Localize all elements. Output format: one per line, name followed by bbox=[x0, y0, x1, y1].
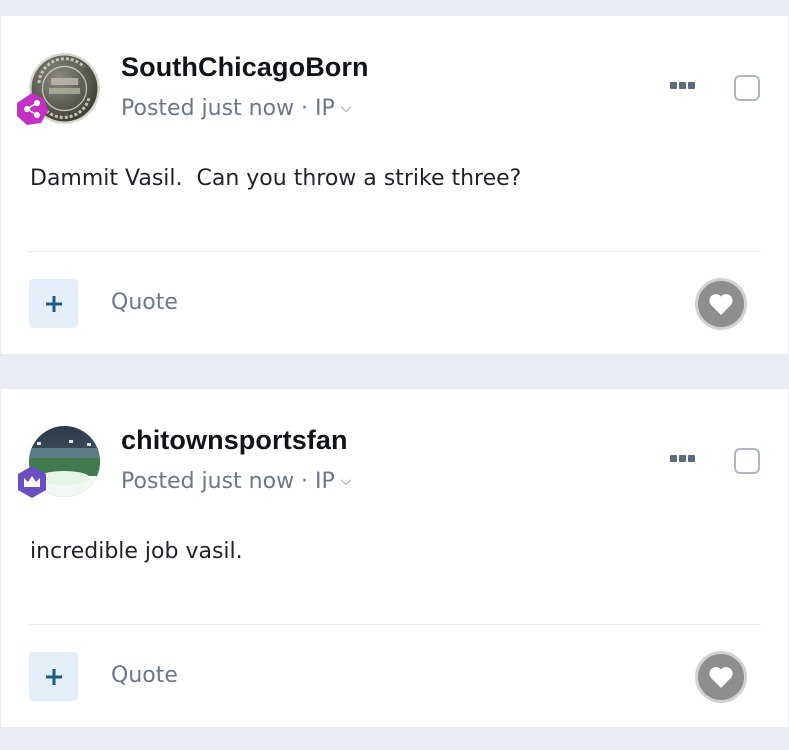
heart-icon bbox=[709, 294, 733, 315]
share-badge-icon bbox=[15, 92, 49, 126]
like-heart-button[interactable] bbox=[695, 278, 747, 330]
multiquote-plus-button[interactable] bbox=[29, 279, 78, 328]
like-heart-button[interactable] bbox=[695, 651, 747, 703]
post-card: chitownsportsfan Posted just now · IP ⌵ i… bbox=[1, 389, 788, 727]
post-meta[interactable]: Posted just now · IP ⌵ bbox=[121, 469, 351, 494]
chevron-down-icon: ⌵ bbox=[340, 100, 352, 116]
select-post-checkbox[interactable] bbox=[734, 75, 760, 101]
post-meta[interactable]: Posted just now · IP ⌵ bbox=[121, 96, 351, 121]
post-card: SouthChicagoBorn Posted just now · IP ⌵ D… bbox=[1, 16, 788, 354]
post-meta-text: Posted just now · IP bbox=[121, 96, 335, 121]
post-content: incredible job vasil. bbox=[30, 539, 243, 564]
heart-icon bbox=[709, 667, 733, 688]
post-author-name[interactable]: SouthChicagoBorn bbox=[121, 52, 369, 83]
multiquote-plus-button[interactable] bbox=[29, 652, 78, 701]
divider bbox=[29, 624, 761, 625]
select-post-checkbox[interactable] bbox=[734, 448, 760, 474]
divider bbox=[29, 251, 761, 252]
post-author-name[interactable]: chitownsportsfan bbox=[121, 425, 348, 456]
quote-button[interactable]: Quote bbox=[111, 663, 178, 688]
more-options-icon[interactable] bbox=[670, 452, 700, 464]
more-options-icon[interactable] bbox=[670, 79, 700, 91]
crown-badge-icon bbox=[15, 465, 49, 499]
chevron-down-icon: ⌵ bbox=[340, 473, 352, 489]
post-meta-text: Posted just now · IP bbox=[121, 469, 335, 494]
post-content: Dammit Vasil. Can you throw a strike thr… bbox=[30, 166, 522, 191]
quote-button[interactable]: Quote bbox=[111, 290, 178, 315]
